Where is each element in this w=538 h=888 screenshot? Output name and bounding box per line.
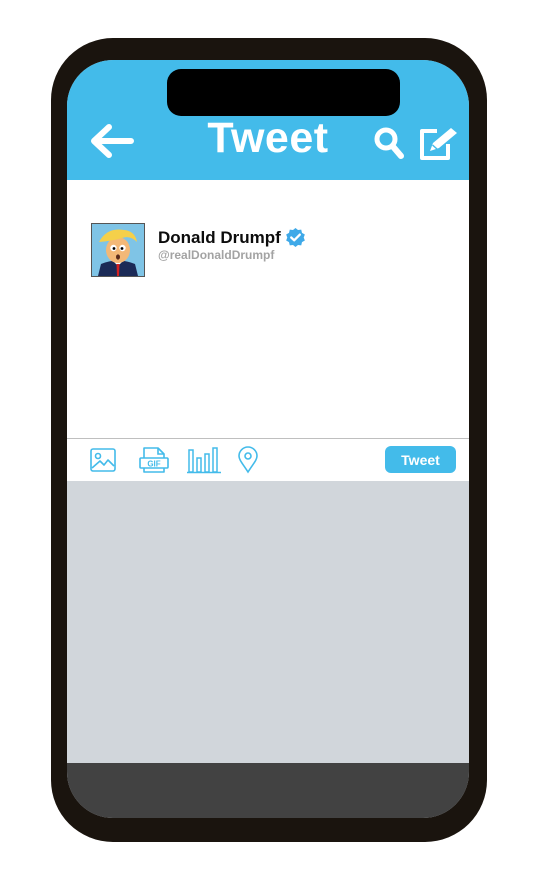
image-icon[interactable] — [89, 446, 117, 479]
avatar — [91, 223, 145, 277]
compose-icon — [420, 128, 457, 160]
user-handle: @realDonaldDrumpf — [158, 248, 275, 262]
page-title: Tweet — [207, 114, 329, 162]
author-row: Donald Drumpf — [158, 227, 306, 248]
phone-frame: Tweet Donald Drumpf @realDonaldDrumpf GI… — [51, 38, 487, 842]
location-icon[interactable] — [237, 446, 259, 479]
bottom-bar — [67, 763, 469, 818]
search-button[interactable] — [373, 126, 405, 160]
search-icon — [374, 127, 404, 159]
poll-icon[interactable] — [187, 446, 221, 479]
display-name: Donald Drumpf — [158, 227, 281, 247]
compose-button[interactable] — [417, 126, 459, 162]
phone-screen: Tweet Donald Drumpf @realDonaldDrumpf GI… — [67, 60, 469, 818]
verified-badge-icon — [285, 227, 305, 248]
gif-icon: GIF — [147, 460, 160, 469]
tweet-button[interactable]: Tweet — [385, 446, 456, 473]
compose-toolbar: GIF Tweet — [67, 438, 469, 481]
tweet-compose-area[interactable]: Donald Drumpf @realDonaldDrumpf — [67, 180, 469, 438]
gif-button[interactable]: GIF — [139, 446, 169, 479]
phone-notch — [167, 69, 400, 116]
